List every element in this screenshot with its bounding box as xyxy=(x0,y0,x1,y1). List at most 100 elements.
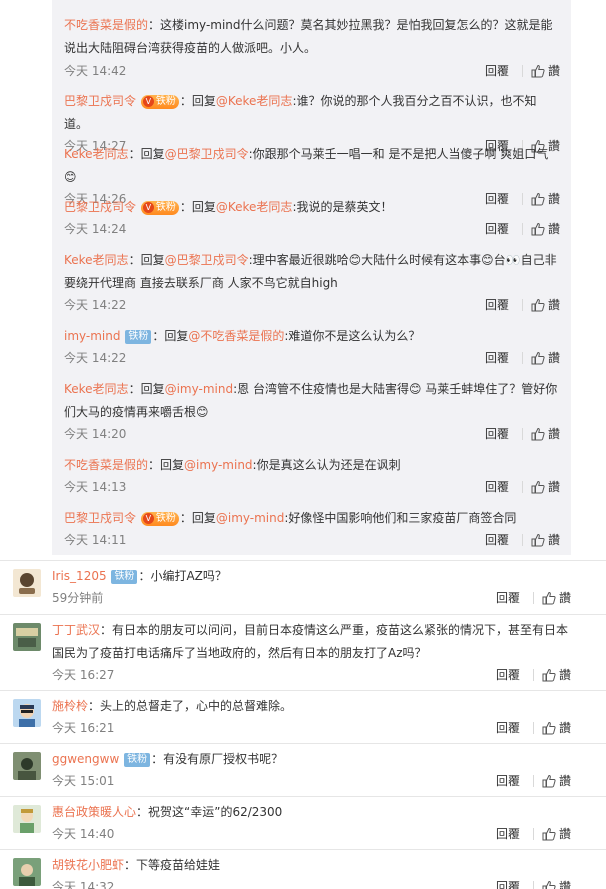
fan-badge[interactable]: V 铁粉 xyxy=(140,201,179,215)
comment-meta: 59分钟前 回覆 讚 xyxy=(52,588,571,608)
reply-button[interactable]: 回覆 xyxy=(496,665,520,685)
reply-prefix: 回复 xyxy=(140,253,165,267)
thumbs-up-icon xyxy=(531,64,545,78)
timestamp: 今天 14:42 xyxy=(64,64,127,78)
reply-button[interactable]: 回覆 xyxy=(485,295,509,315)
like-button[interactable]: 讚 xyxy=(531,477,560,497)
mention-link[interactable]: @Keke老同志 xyxy=(216,94,293,108)
reply-text: :好像怪中国影响他们和三家疫苗厂商签合同 xyxy=(284,511,517,525)
like-label: 讚 xyxy=(558,774,571,788)
like-button[interactable]: 讚 xyxy=(542,718,571,738)
reply-button[interactable]: 回覆 xyxy=(485,219,509,239)
avatar[interactable] xyxy=(13,623,41,651)
timestamp: 59分钟前 xyxy=(52,591,104,605)
reply-button[interactable]: 回覆 xyxy=(496,718,520,738)
reply-button[interactable]: 回覆 xyxy=(496,877,520,889)
username-link[interactable]: imy-mind xyxy=(64,329,121,343)
username-link[interactable]: Keke老同志 xyxy=(64,382,129,396)
comment-body: 丁丁武汉：有日本的朋友可以问问，目前日本疫情这么严重，疫苗这么紧张的情况下，甚至… xyxy=(52,619,571,685)
reply-actions: 回覆 讚 xyxy=(485,61,560,81)
reply-button[interactable]: 回覆 xyxy=(485,530,509,550)
username-link[interactable]: 巴黎卫戍司令 xyxy=(64,94,136,108)
vip-icon: V xyxy=(142,513,154,524)
reply-text: :你是真这么认为还是在讽刺 xyxy=(252,458,401,472)
username-link[interactable]: 施柃柃 xyxy=(52,699,88,713)
avatar[interactable] xyxy=(13,569,41,597)
like-button[interactable]: 讚 xyxy=(542,824,571,844)
reply-button[interactable]: 回覆 xyxy=(496,588,520,608)
reply-actions: 回覆 讚 xyxy=(485,530,560,550)
username-link[interactable]: 巴黎卫戍司令 xyxy=(64,200,136,214)
like-button[interactable]: 讚 xyxy=(542,588,571,608)
vip-icon: V xyxy=(142,202,154,213)
reply-button[interactable]: 回覆 xyxy=(485,424,509,444)
comment-meta: 今天 14:32 回覆 讚 xyxy=(52,877,571,889)
fan-badge[interactable]: 铁粉 xyxy=(111,570,138,584)
reply-meta: 今天 14:24 回覆 讚 xyxy=(64,219,560,239)
reply-button[interactable]: 回覆 xyxy=(485,61,509,81)
fan-badge[interactable]: V 铁粉 xyxy=(140,512,179,526)
mention-link[interactable]: @不吃香菜是假的 xyxy=(188,329,284,343)
comment-text: 下等疫苗给娃娃 xyxy=(136,858,221,872)
avatar-image xyxy=(13,623,41,651)
thumbs-up-icon xyxy=(542,827,556,841)
avatar[interactable] xyxy=(13,805,41,833)
reply-content: 不吃香菜是假的：这楼imy-mind什么问题？莫名其妙拉黑我？是怕我回复怎么的？… xyxy=(64,14,560,60)
thumbs-up-icon xyxy=(542,721,556,735)
like-button[interactable]: 讚 xyxy=(531,530,560,550)
action-divider xyxy=(532,828,534,840)
reply-meta: 今天 14:22 回覆 讚 xyxy=(64,295,560,315)
separator: ： xyxy=(148,458,161,472)
mention-link[interactable]: @imy-mind xyxy=(184,458,253,472)
reply-actions: 回覆 讚 xyxy=(485,219,560,239)
comment-content: 惠台政策暖人心：祝贺这“幸运”的62/2300 xyxy=(52,801,571,824)
fan-badge[interactable]: 铁粉 xyxy=(124,753,151,767)
like-button[interactable]: 讚 xyxy=(542,771,571,791)
reply-meta: 今天 14:20 回覆 讚 xyxy=(64,424,560,444)
like-button[interactable]: 讚 xyxy=(531,348,560,368)
reply-prefix: 回复 xyxy=(140,147,165,161)
username-link[interactable]: 丁丁武汉 xyxy=(52,623,100,637)
avatar[interactable] xyxy=(13,699,41,727)
username-link[interactable]: Keke老同志 xyxy=(64,253,129,267)
username-link[interactable]: 惠台政策暖人心 xyxy=(52,805,136,819)
action-divider xyxy=(521,223,523,235)
reply-button[interactable]: 回覆 xyxy=(496,771,520,791)
mention-link[interactable]: @巴黎卫戍司令 xyxy=(165,147,249,161)
mention-link[interactable]: @Keke老同志 xyxy=(216,200,293,214)
avatar[interactable] xyxy=(13,752,41,780)
timestamp: 今天 14:40 xyxy=(52,827,115,841)
separator: ： xyxy=(124,858,137,872)
like-button[interactable]: 讚 xyxy=(542,665,571,685)
reply-button[interactable]: 回覆 xyxy=(485,348,509,368)
avatar[interactable] xyxy=(13,858,41,886)
reply-button[interactable]: 回覆 xyxy=(485,477,509,497)
like-button[interactable]: 讚 xyxy=(531,424,560,444)
like-button[interactable]: 讚 xyxy=(531,219,560,239)
fan-badge[interactable]: V 铁粉 xyxy=(140,95,179,109)
reply-content: Keke老同志：回复@imy-mind:恩 台湾管不住疫情也是大陆害得😊 马莱壬… xyxy=(64,378,560,424)
like-button[interactable]: 讚 xyxy=(542,877,571,889)
fan-badge[interactable]: 铁粉 xyxy=(125,330,152,344)
mention-link[interactable]: @巴黎卫戍司令 xyxy=(165,253,249,267)
reply-actions: 回覆 讚 xyxy=(485,295,560,315)
separator: ： xyxy=(138,569,151,583)
separator: ： xyxy=(128,253,141,267)
username-link[interactable]: 胡铁花小肥虾 xyxy=(52,858,124,872)
mention-link[interactable]: @imy-mind xyxy=(165,382,234,396)
username-link[interactable]: Iris_1205 xyxy=(52,569,107,583)
reply-button[interactable]: 回覆 xyxy=(496,824,520,844)
separator: ： xyxy=(100,623,113,637)
comment-body: 胡铁花小肥虾：下等疫苗给娃娃 今天 14:32 回覆 讚 xyxy=(52,854,571,889)
reply-content: imy-mind 铁粉 ：回复@不吃香菜是假的:难道你不是这么认为么？ xyxy=(64,325,560,348)
like-button[interactable]: 讚 xyxy=(531,61,560,81)
username-link[interactable]: 不吃香菜是假的 xyxy=(64,458,148,472)
username-link[interactable]: ggwengww xyxy=(52,752,119,766)
username-link[interactable]: Keke老同志 xyxy=(64,147,129,161)
username-link[interactable]: 巴黎卫戍司令 xyxy=(64,511,136,525)
separator: ： xyxy=(148,18,161,32)
mention-link[interactable]: @imy-mind xyxy=(216,511,285,525)
separator: ： xyxy=(179,200,192,214)
username-link[interactable]: 不吃香菜是假的 xyxy=(64,18,148,32)
like-button[interactable]: 讚 xyxy=(531,295,560,315)
